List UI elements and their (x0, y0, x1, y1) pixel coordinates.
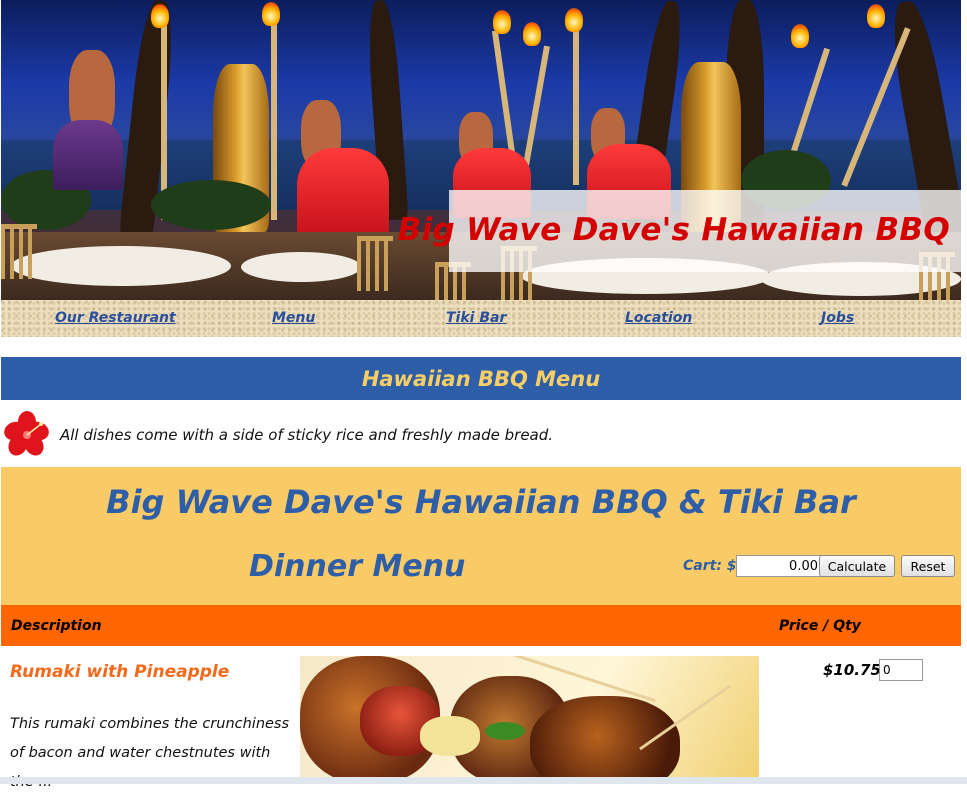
site-title: Big Wave Dave's Hawaiian BBQ (397, 212, 950, 248)
column-header-price-qty: Price / Qty (779, 618, 861, 634)
nav-link-jobs[interactable]: Jobs (821, 310, 854, 326)
reset-button[interactable]: Reset (901, 555, 955, 577)
main-nav: Our Restaurant Menu Tiki Bar Location Jo… (1, 300, 961, 337)
nav-link-menu[interactable]: Menu (272, 310, 315, 326)
calculate-button[interactable]: Calculate (819, 555, 895, 577)
window-bottom-edge (0, 777, 967, 784)
menu-item-photo (300, 656, 759, 784)
site-title-box: Big Wave Dave's Hawaiian BBQ (398, 190, 961, 272)
menu-header: Big Wave Dave's Hawaiian BBQ & Tiki Bar … (1, 467, 961, 605)
nav-link-our-restaurant[interactable]: Our Restaurant (55, 310, 176, 326)
menu-item-qty-input[interactable] (879, 659, 923, 681)
column-header-description: Description (11, 618, 102, 634)
header-photo: Big Wave Dave's Hawaiian BBQ (1, 0, 961, 300)
hibiscus-flower-icon (4, 411, 49, 456)
banner-title: Hawaiian BBQ Menu (361, 366, 601, 391)
menu-note: All dishes come with a side of sticky ri… (60, 426, 554, 444)
menu-banner: Hawaiian BBQ Menu (1, 357, 961, 400)
cart-label: Cart: $ (683, 558, 737, 574)
restaurant-name: Big Wave Dave's Hawaiian BBQ & Tiki Bar (106, 483, 856, 521)
menu-item-name: Rumaki with Pineapple (10, 662, 230, 682)
nav-link-location[interactable]: Location (625, 310, 692, 326)
menu-item-price: $10.75 (823, 661, 881, 679)
menu-title: Dinner Menu (249, 549, 466, 584)
cart-total-field[interactable] (736, 555, 822, 577)
menu-column-header: Description Price / Qty (1, 605, 961, 646)
nav-link-tiki-bar[interactable]: Tiki Bar (446, 310, 506, 326)
